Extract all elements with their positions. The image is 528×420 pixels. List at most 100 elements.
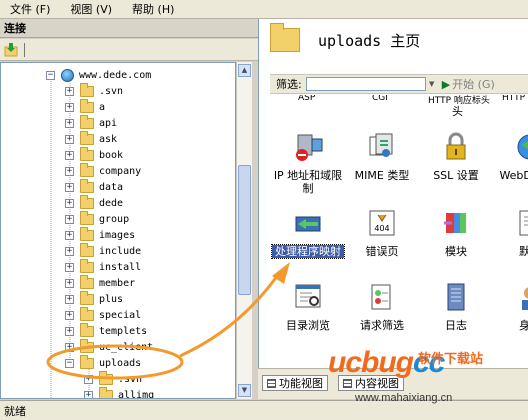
connections-tree[interactable]: − www.dede.com + .svn + a + api + ask + book + compan… bbox=[0, 62, 236, 399]
expand-icon[interactable]: + bbox=[65, 262, 74, 272]
folder-icon bbox=[80, 242, 94, 257]
expand-icon[interactable]: + bbox=[65, 278, 74, 288]
tree-item-site[interactable]: − www.dede.com bbox=[46, 67, 151, 83]
tree-item-folder[interactable]: + templets bbox=[65, 322, 148, 339]
connections-header: 连接 bbox=[0, 19, 258, 38]
tree-item-folder[interactable]: + member bbox=[65, 274, 135, 291]
request-filter-icon bbox=[371, 284, 391, 310]
expand-icon[interactable]: + bbox=[65, 102, 74, 112]
tree-item-subfolder[interactable]: + allimg bbox=[84, 386, 155, 399]
feature-request-filtering[interactable]: 请求筛选 bbox=[346, 281, 418, 332]
tree-item-label: ask bbox=[99, 133, 118, 145]
feature-handler-mappings[interactable]: 处理程序映射 bbox=[271, 207, 345, 259]
folder-icon bbox=[80, 130, 94, 145]
expand-icon[interactable]: + bbox=[65, 326, 74, 336]
tree-item-folder[interactable]: + plus bbox=[65, 290, 124, 307]
tree-item-folder[interactable]: + group bbox=[65, 210, 130, 227]
mime-icon bbox=[369, 133, 393, 157]
folder-icon bbox=[99, 370, 113, 385]
feature-label: IP 地址和域限制 bbox=[273, 169, 343, 195]
expand-icon[interactable]: + bbox=[65, 342, 74, 352]
tree-item-label: api bbox=[99, 117, 118, 129]
tree-item-folder[interactable]: + .svn bbox=[65, 82, 123, 99]
feature-label: 日志 bbox=[445, 319, 467, 332]
tree-item-folder[interactable]: + ask bbox=[65, 130, 118, 147]
tree-item-folder[interactable]: + special bbox=[65, 306, 141, 323]
feature-webdav[interactable]: WebDAV 规 bbox=[494, 131, 528, 182]
feature-default-document[interactable]: 默认 bbox=[494, 207, 528, 258]
tree-item-label: templets bbox=[99, 325, 148, 337]
tree-item-folder[interactable]: + book bbox=[65, 146, 124, 163]
logging-icon bbox=[447, 283, 465, 311]
page-title: uploads 主页 bbox=[270, 23, 420, 52]
feature-mime-types[interactable]: MIME 类型 bbox=[346, 131, 418, 182]
connections-toolbar bbox=[0, 39, 258, 61]
feature-label: 身份 bbox=[519, 319, 528, 332]
features-view-icon bbox=[267, 378, 276, 388]
tree-item-folder[interactable]: + include bbox=[65, 242, 141, 259]
tree-item-folder[interactable]: + install bbox=[65, 258, 141, 275]
feature-label: 目录浏览 bbox=[286, 319, 330, 332]
scroll-up-arrow[interactable]: ▲ bbox=[238, 64, 251, 77]
tree-item-folder[interactable]: − uploads bbox=[65, 354, 141, 371]
collapse-icon[interactable]: − bbox=[46, 70, 55, 80]
tree-item-folder[interactable]: + dede bbox=[65, 194, 123, 211]
filter-label: 筛选: bbox=[276, 78, 302, 91]
expand-icon[interactable]: + bbox=[65, 294, 74, 304]
expand-icon[interactable]: + bbox=[65, 182, 74, 192]
tree-item-label: group bbox=[99, 213, 130, 225]
connect-icon[interactable] bbox=[4, 42, 20, 58]
tree-item-folder[interactable]: + uc_client bbox=[65, 338, 153, 355]
expand-icon[interactable]: + bbox=[65, 246, 74, 256]
feature-directory-browsing[interactable]: 目录浏览 bbox=[272, 281, 344, 332]
tree-item-label: book bbox=[99, 149, 124, 161]
tree-item-folder[interactable]: + api bbox=[65, 114, 118, 131]
ip-restrict-icon bbox=[296, 134, 323, 161]
tree-item-subfolder[interactable]: + .svn bbox=[84, 370, 142, 387]
menu-file[interactable]: 文件 (F) bbox=[0, 1, 60, 17]
tree-item-label: company bbox=[99, 165, 142, 177]
collapse-icon[interactable]: − bbox=[65, 358, 74, 368]
expand-icon[interactable]: + bbox=[65, 310, 74, 320]
tree-item-folder[interactable]: + images bbox=[65, 226, 135, 243]
feature-authentication[interactable]: 身份 bbox=[494, 281, 528, 332]
expand-icon[interactable]: + bbox=[65, 198, 74, 208]
folder-icon bbox=[80, 146, 94, 161]
feature-ssl-settings[interactable]: SSL 设置 bbox=[420, 131, 492, 182]
expand-icon[interactable]: + bbox=[65, 214, 74, 224]
tree-item-label: plus bbox=[99, 293, 124, 305]
tree-item-folder[interactable]: + company bbox=[65, 162, 142, 179]
feature-ip-restrictions[interactable]: IP 地址和域限制 bbox=[272, 131, 344, 195]
features-grid: ASP CGI HTTP 响应标头 头 HTTP IP 地址和域限制 MIME … bbox=[270, 95, 528, 367]
folder-icon bbox=[80, 274, 94, 289]
start-filter-button[interactable]: ▶ 开始 (G) bbox=[442, 76, 495, 92]
menu-help[interactable]: 帮助 (H) bbox=[122, 1, 184, 17]
handler-mapping-icon bbox=[295, 216, 321, 232]
expand-icon[interactable]: + bbox=[65, 230, 74, 240]
menu-view[interactable]: 视图 (V) bbox=[60, 1, 122, 17]
expand-icon[interactable]: + bbox=[65, 150, 74, 160]
expand-icon[interactable]: + bbox=[65, 86, 74, 96]
feature-error-pages[interactable]: 404 错误页 bbox=[346, 207, 418, 258]
cut-label-http: HTTP bbox=[502, 95, 526, 103]
watermark-logo-text: ucbug bbox=[328, 346, 414, 379]
go-icon: ▶ bbox=[441, 77, 451, 91]
tree-item-folder[interactable]: + data bbox=[65, 178, 123, 195]
folder-icon bbox=[80, 178, 94, 193]
folder-icon bbox=[80, 290, 94, 305]
feature-logging[interactable]: 日志 bbox=[420, 281, 492, 332]
expand-icon[interactable]: + bbox=[84, 374, 93, 384]
ssl-icon bbox=[446, 132, 466, 160]
chevron-down-icon[interactable]: ▼ bbox=[428, 77, 436, 91]
feature-modules[interactable]: 模块 bbox=[420, 207, 492, 258]
expand-icon[interactable]: + bbox=[65, 134, 74, 144]
scroll-thumb[interactable] bbox=[238, 165, 251, 295]
scroll-down-arrow[interactable]: ▼ bbox=[238, 384, 251, 397]
expand-icon[interactable]: + bbox=[65, 118, 74, 128]
tab-features-view[interactable]: 功能视图 bbox=[262, 375, 328, 391]
expand-icon[interactable]: + bbox=[84, 390, 93, 398]
tree-item-folder[interactable]: + a bbox=[65, 98, 105, 115]
tree-item-label: allimg bbox=[118, 389, 155, 399]
expand-icon[interactable]: + bbox=[65, 166, 74, 176]
filter-input[interactable] bbox=[305, 77, 426, 91]
